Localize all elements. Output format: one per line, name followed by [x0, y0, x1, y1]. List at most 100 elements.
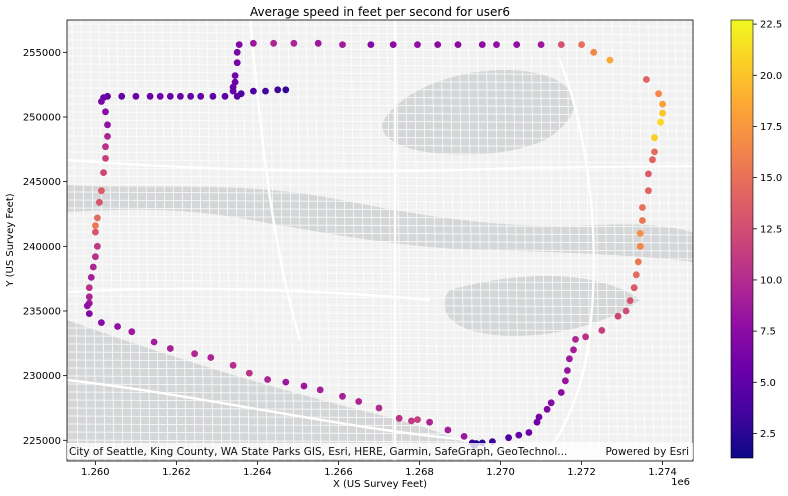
- x-tick-label: 1.268: [405, 467, 434, 478]
- data-point: [525, 429, 533, 436]
- data-point: [156, 92, 164, 100]
- data-point: [102, 108, 109, 116]
- data-point: [85, 293, 93, 301]
- data-point: [92, 228, 99, 236]
- colorbar-tick-label: 17.5: [760, 122, 782, 133]
- data-point: [209, 92, 217, 100]
- colorbar-ticks: 2.5 5.0 7.5 10.0 12.5 15.0 17.5 20.0 22.5: [753, 20, 782, 440]
- data-point: [598, 327, 606, 334]
- y-tick-label: 250000: [23, 112, 61, 123]
- data-point: [590, 48, 598, 56]
- data-point: [606, 56, 614, 64]
- data-point: [460, 433, 468, 440]
- data-point: [389, 41, 397, 48]
- data-point: [454, 41, 462, 48]
- data-point: [478, 41, 486, 48]
- data-point: [643, 76, 650, 83]
- data-point: [626, 297, 634, 304]
- basemap-credit: Powered by Esri: [605, 446, 689, 458]
- data-point: [636, 230, 644, 237]
- data-point: [100, 169, 107, 177]
- data-point: [177, 92, 184, 100]
- data-point: [233, 48, 241, 56]
- colorbar-tick-label: 20.0: [760, 71, 782, 82]
- data-point: [270, 39, 277, 47]
- data-point: [645, 187, 652, 195]
- data-point: [578, 41, 585, 48]
- data-point: [221, 92, 229, 100]
- data-point: [83, 302, 91, 310]
- colorbar: 2.5 5.0 7.5 10.0 12.5 15.0 17.5 20.0 22.5: [730, 19, 782, 459]
- data-point: [102, 155, 109, 162]
- data-point: [395, 414, 403, 422]
- data-point: [535, 413, 543, 421]
- data-point: [132, 92, 140, 100]
- data-point: [250, 39, 257, 47]
- data-point: [564, 367, 571, 374]
- data-point: [444, 426, 452, 434]
- data-point: [339, 392, 346, 400]
- x-tick-label: 1.262: [162, 467, 191, 478]
- data-point: [582, 333, 589, 341]
- data-point: [300, 382, 308, 390]
- data-point: [562, 377, 569, 385]
- data-point: [557, 389, 565, 396]
- data-point: [639, 204, 646, 211]
- x-axis-label: X (US Survey Feet): [333, 479, 427, 490]
- y-tick-label: 230000: [23, 371, 61, 382]
- data-point: [104, 133, 111, 140]
- data-point: [290, 39, 298, 47]
- data-point: [207, 354, 215, 361]
- basemap-attribution: City of Seattle, King County, WA State P…: [69, 446, 567, 458]
- data-point: [634, 258, 642, 266]
- data-point: [98, 319, 105, 326]
- data-point: [655, 90, 662, 98]
- data-point: [649, 156, 656, 164]
- colorbar-tick-label: 15.0: [760, 173, 782, 184]
- data-point: [92, 222, 99, 230]
- data-point: [197, 92, 205, 100]
- data-point: [118, 92, 126, 100]
- data-point: [547, 399, 555, 407]
- x-axis-ticks: 1.260 1.262 1.264 1.266 1.268 1.270 1.272 1.274: [81, 461, 677, 478]
- data-point: [630, 284, 638, 292]
- y-tick-label: 240000: [23, 242, 61, 253]
- colorbar-tick-label: 7.5: [760, 327, 776, 338]
- data-point: [231, 72, 239, 79]
- chart-title: Average speed in feet per second for use…: [250, 5, 510, 19]
- data-point: [557, 41, 565, 48]
- data-point: [572, 336, 579, 343]
- y-axis-ticks: 225000 230000 235000 240000 245000 250000 2550…: [23, 48, 67, 447]
- chart: City of Seattle, King County, WA State P…: [5, 5, 782, 490]
- data-point: [636, 242, 644, 250]
- data-point: [537, 41, 545, 48]
- data-point: [282, 86, 290, 94]
- colorbar-tick-label: 10.0: [760, 275, 782, 286]
- y-tick-label: 225000: [23, 436, 61, 447]
- data-point: [505, 434, 512, 442]
- x-tick-label: 1.272: [567, 467, 596, 478]
- data-point: [229, 361, 237, 369]
- attribution-bar: City of Seattle, King County, WA State P…: [67, 443, 693, 459]
- data-point: [515, 431, 523, 439]
- data-point: [235, 41, 243, 48]
- data-point: [92, 253, 99, 261]
- y-tick-label: 235000: [23, 306, 61, 317]
- data-point: [657, 118, 664, 126]
- colorbar-tick-label: 5.0: [760, 378, 776, 389]
- data-point: [102, 143, 109, 151]
- x-tick-label: 1.270: [486, 467, 515, 478]
- x-axis-offset-label: 1e6: [671, 477, 690, 488]
- x-tick-label: 1.264: [243, 467, 272, 478]
- colorbar-tick-label: 22.5: [760, 20, 782, 31]
- data-point: [543, 405, 551, 413]
- colorbar-tick-label: 12.5: [760, 224, 782, 235]
- data-point: [375, 404, 383, 412]
- data-point: [264, 376, 271, 383]
- data-point: [98, 98, 105, 105]
- data-point: [314, 39, 322, 47]
- data-point: [229, 87, 237, 95]
- data-point: [566, 355, 573, 363]
- colorbar-gradient: [730, 19, 754, 459]
- data-point: [187, 92, 195, 100]
